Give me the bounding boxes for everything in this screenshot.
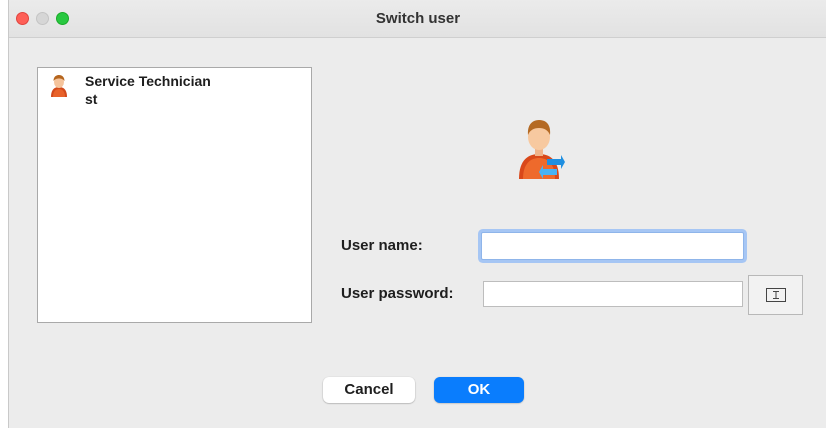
switch-user-icon: [519, 120, 565, 179]
user-avatar-icon: [51, 75, 67, 97]
switch-user-dialog: Switch user Service Technician st User n…: [8, 0, 826, 428]
window-title: Switch user: [375, 10, 461, 27]
list-item-id: st: [85, 91, 98, 107]
user-name-input[interactable]: [481, 232, 744, 260]
list-item[interactable]: Service Technician st: [38, 68, 311, 112]
cancel-button[interactable]: Cancel: [323, 377, 415, 403]
text-cursor-icon: [766, 288, 786, 302]
user-name-label: User name:: [341, 237, 423, 254]
list-item-name: Service Technician: [85, 73, 211, 89]
user-password-input[interactable]: [483, 281, 743, 307]
title-bar: Switch user: [9, 0, 826, 38]
virtual-keyboard-button[interactable]: [748, 275, 803, 315]
user-password-label: User password:: [341, 285, 454, 302]
user-list[interactable]: Service Technician st: [37, 67, 312, 323]
ok-button[interactable]: OK: [434, 377, 524, 403]
